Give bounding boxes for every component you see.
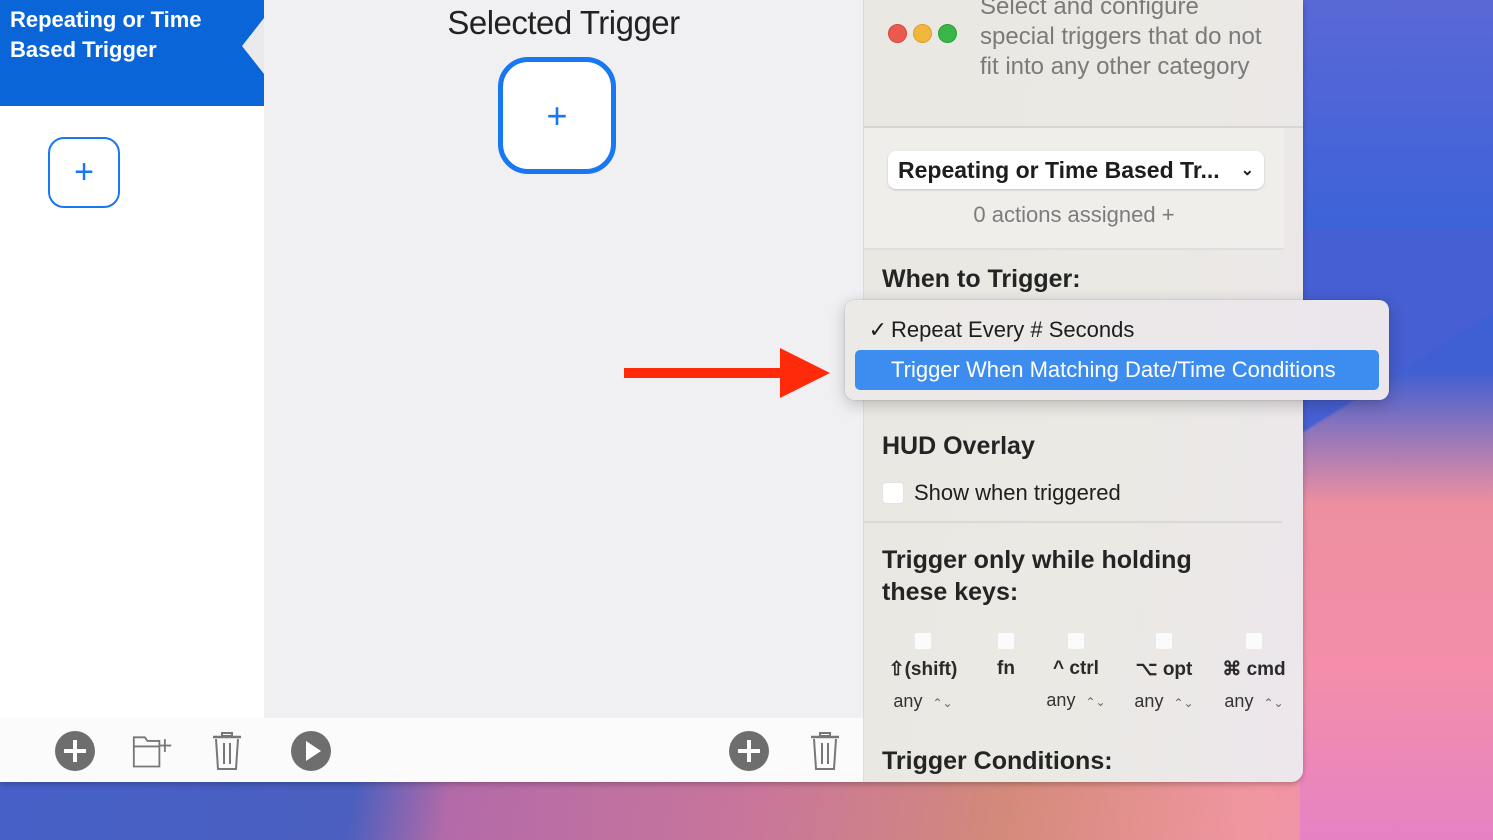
modifier-key-fn: fn xyxy=(988,630,1024,680)
when-to-trigger-menu: ✓ Repeat Every # Seconds Trigger When Ma… xyxy=(845,300,1389,400)
hud-overlay-label: HUD Overlay xyxy=(882,432,1035,460)
delete-trigger-button[interactable] xyxy=(206,730,248,772)
ctrl-mode-value: any xyxy=(1046,690,1076,710)
menu-item-label: Trigger When Matching Date/Time Conditio… xyxy=(891,357,1336,382)
fn-label: fn xyxy=(997,658,1015,679)
selected-trigger-title: Selected Trigger xyxy=(447,4,680,41)
stepper-icon: ⌃⌄ xyxy=(1085,695,1106,709)
shift-label: ⇧(shift) xyxy=(888,659,958,680)
cmd-label: ⌘ cmd xyxy=(1222,659,1286,680)
stepper-icon: ⌃⌄ xyxy=(1263,696,1284,710)
desktop-wallpaper-right xyxy=(1300,0,1493,840)
modifier-keys-grid: ⇧(shift) any ⌃⌄ fn ^ ctrl any ⌃⌄ ⌥ opt any… xyxy=(880,630,1290,720)
add-action-button[interactable] xyxy=(728,730,770,772)
menu-item-label: Repeat Every # Seconds xyxy=(891,317,1135,342)
hud-show-row: Show when triggered xyxy=(882,480,1121,506)
add-action-tile[interactable]: + xyxy=(498,57,616,174)
opt-mode-value: any xyxy=(1134,691,1164,711)
when-to-trigger-label: When to Trigger: xyxy=(882,265,1081,293)
hud-show-label: Show when triggered xyxy=(914,480,1121,505)
annotation-arrow-icon xyxy=(624,348,830,398)
opt-label: ⌥ opt xyxy=(1135,659,1193,680)
cmd-checkbox[interactable] xyxy=(1245,632,1263,650)
trash-icon xyxy=(213,732,241,770)
ctrl-label: ^ ctrl xyxy=(1053,658,1099,679)
cmd-mode-stepper[interactable]: any ⌃⌄ xyxy=(1220,691,1288,712)
modifier-key-shift: ⇧(shift) any ⌃⌄ xyxy=(884,630,962,712)
trigger-group-header[interactable]: Repeating or Time Based Trigger xyxy=(0,0,264,106)
zoom-window-button[interactable] xyxy=(938,24,957,43)
trigger-conditions-label: Trigger Conditions: xyxy=(882,747,1113,775)
new-folder-button[interactable] xyxy=(132,730,174,772)
actions-assigned-link[interactable]: 0 actions assigned + xyxy=(864,202,1284,228)
trigger-group-title: Repeating or Time Based Trigger xyxy=(10,7,202,62)
divider xyxy=(864,521,1282,523)
trash-icon xyxy=(811,732,839,770)
menu-item-repeat-every-seconds[interactable]: ✓ Repeat Every # Seconds xyxy=(855,310,1379,350)
selection-notch xyxy=(242,18,264,74)
opt-mode-stepper[interactable]: any ⌃⌄ xyxy=(1134,691,1194,712)
bottom-toolbar xyxy=(0,718,863,782)
ctrl-mode-stepper[interactable]: any ⌃⌄ xyxy=(1046,690,1106,711)
modifier-key-ctrl: ^ ctrl any ⌃⌄ xyxy=(1046,630,1106,711)
checkmark-icon: ✓ xyxy=(868,317,887,342)
shift-mode-value: any xyxy=(893,691,923,711)
modifier-keys-label: Trigger only while holding these keys: xyxy=(882,546,1192,606)
close-window-button[interactable] xyxy=(888,24,907,43)
stepper-icon: ⌃⌄ xyxy=(932,696,953,710)
minimize-window-button[interactable] xyxy=(913,24,932,43)
hud-show-checkbox[interactable] xyxy=(882,482,904,504)
add-trigger-button[interactable] xyxy=(54,730,96,772)
shift-mode-stepper[interactable]: any ⌃⌄ xyxy=(884,691,962,712)
modifier-key-cmd: ⌘ cmd any ⌃⌄ xyxy=(1220,630,1288,712)
chevron-down-icon: ⌄ xyxy=(1240,162,1254,179)
fn-checkbox[interactable] xyxy=(997,632,1015,650)
cmd-mode-value: any xyxy=(1224,691,1254,711)
trigger-list-panel: Repeating or Time Based Trigger + xyxy=(0,0,264,718)
window-controls xyxy=(888,24,957,43)
play-circle-icon xyxy=(291,731,331,771)
plus-icon: + xyxy=(74,153,94,191)
opt-checkbox[interactable] xyxy=(1155,632,1173,650)
category-description: Select and configure special triggers th… xyxy=(980,0,1262,80)
stepper-icon: ⌃⌄ xyxy=(1173,696,1194,710)
ctrl-checkbox[interactable] xyxy=(1067,632,1085,650)
plus-icon: + xyxy=(546,94,568,136)
trigger-assignment-box: Repeating or Time Based Tr... ⌄ 0 action… xyxy=(864,128,1284,250)
folder-plus-icon xyxy=(132,736,172,768)
plus-circle-icon xyxy=(729,731,769,771)
play-button[interactable] xyxy=(290,730,332,772)
modifier-key-opt: ⌥ opt any ⌃⌄ xyxy=(1134,630,1194,712)
trigger-type-value: Repeating or Time Based Tr... xyxy=(898,156,1220,183)
plus-circle-icon xyxy=(55,731,95,771)
add-trigger-tile[interactable]: + xyxy=(48,137,120,208)
menu-item-date-time-conditions[interactable]: Trigger When Matching Date/Time Conditio… xyxy=(855,350,1379,390)
delete-action-button[interactable] xyxy=(804,730,846,772)
trigger-type-select[interactable]: Repeating or Time Based Tr... ⌄ xyxy=(888,151,1264,189)
shift-checkbox[interactable] xyxy=(914,632,932,650)
